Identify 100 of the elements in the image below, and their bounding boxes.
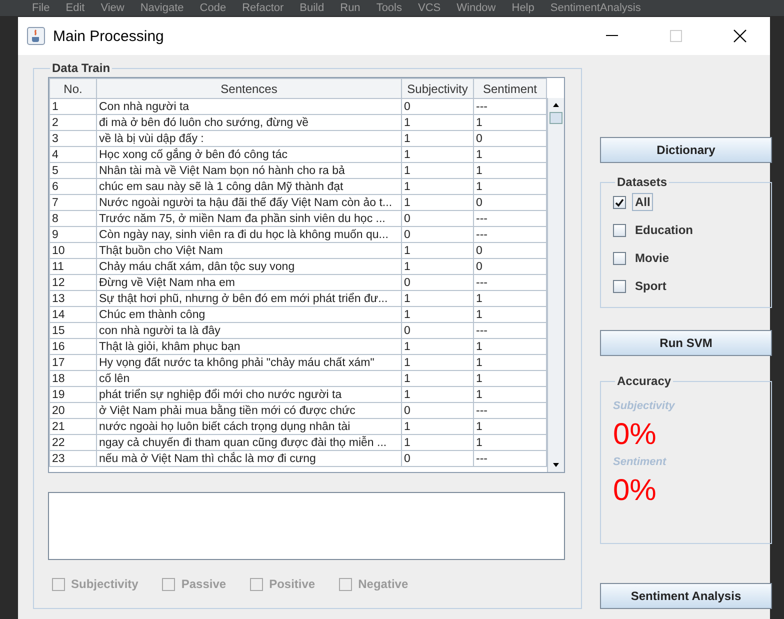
table-cell: 2 bbox=[50, 114, 96, 130]
table-cell: --- bbox=[474, 322, 546, 338]
table-cell: 1 bbox=[402, 386, 474, 402]
ide-menu-item[interactable]: Build bbox=[300, 2, 324, 14]
text-area[interactable] bbox=[48, 492, 565, 560]
table-cell: Hy vọng đất nước ta không phải "chảy máu chất xám" bbox=[96, 354, 402, 370]
table-cell: Sự thật hơi phũ, nhưng ở bên đó em mới phát triển đư... bbox=[96, 290, 402, 306]
ide-menu-item[interactable]: Code bbox=[200, 2, 226, 14]
table-cell: 1 bbox=[474, 178, 546, 194]
table-cell: 1 bbox=[50, 98, 96, 114]
table-cell: 21 bbox=[50, 418, 96, 434]
dataset-checkbox[interactable]: Sport bbox=[613, 277, 670, 295]
table-cell: 9 bbox=[50, 226, 96, 242]
ide-menu-item[interactable]: Navigate bbox=[140, 2, 184, 14]
table-cell: --- bbox=[474, 450, 546, 466]
table-cell: Đừng về Việt Nam nha em bbox=[96, 274, 402, 290]
ide-menu-item[interactable]: SentimentAnalysis bbox=[550, 2, 641, 14]
table-cell: 5 bbox=[50, 162, 96, 178]
column-header[interactable]: Subjectivity bbox=[402, 78, 474, 98]
table-cell: --- bbox=[474, 226, 546, 242]
table-cell: 0 bbox=[474, 130, 546, 146]
run-svm-button[interactable]: Run SVM bbox=[600, 330, 772, 356]
group-title: Data Train bbox=[51, 61, 112, 75]
table-cell: 1 bbox=[474, 434, 546, 450]
table-cell: Nước ngoài người ta hậu đãi thế đấy Việt Nam còn ảo t... bbox=[96, 194, 402, 210]
table-cell: 1 bbox=[402, 354, 474, 370]
table-cell: 4 bbox=[50, 146, 96, 162]
table-cell: về là bị vùi dập đấy : bbox=[96, 130, 402, 146]
table-cell: 1 bbox=[474, 354, 546, 370]
ide-menu-item[interactable]: Refactor bbox=[242, 2, 284, 14]
column-header[interactable]: No. bbox=[50, 78, 96, 98]
ide-menu-item[interactable]: VCS bbox=[418, 2, 441, 14]
table-cell: 8 bbox=[50, 210, 96, 226]
table-cell: phát triển sự nghiệp đổi mới cho nước người ta bbox=[96, 386, 402, 402]
table-cell: --- bbox=[474, 98, 546, 114]
metric-label: Subjectivity bbox=[613, 400, 676, 412]
table-cell: con nhà người ta là đây bbox=[96, 322, 402, 338]
column-header[interactable]: Sentences bbox=[96, 78, 402, 98]
table-cell: Chúc em thành công bbox=[96, 306, 402, 322]
table-cell: 1 bbox=[402, 178, 474, 194]
ide-menu-item[interactable]: File bbox=[32, 2, 50, 14]
table-cell: 14 bbox=[50, 306, 96, 322]
table-cell: 1 bbox=[474, 146, 546, 162]
table-cell: 1 bbox=[474, 114, 546, 130]
table-cell: cố lên bbox=[96, 370, 402, 386]
table-cell: 23 bbox=[50, 450, 96, 466]
table-cell: 1 bbox=[474, 338, 546, 354]
table-cell: 0 bbox=[402, 274, 474, 290]
table-cell: 1 bbox=[402, 258, 474, 274]
table-cell: Nhân tài mà về Việt Nam bọn nó hành cho ra bả bbox=[96, 162, 402, 178]
table-cell: --- bbox=[474, 402, 546, 418]
table-cell: ngay cả chuyến đi tham quan cũng được đài thọ miễn ... bbox=[96, 434, 402, 450]
ide-menu-item[interactable]: Help bbox=[512, 2, 534, 14]
group-title: Accuracy bbox=[616, 374, 672, 388]
table-cell: --- bbox=[474, 210, 546, 226]
table-cell: 15 bbox=[50, 322, 96, 338]
table-cell: 11 bbox=[50, 258, 96, 274]
table-cell: 0 bbox=[402, 322, 474, 338]
table-cell: 0 bbox=[402, 450, 474, 466]
ide-menu-item[interactable]: Edit bbox=[66, 2, 85, 14]
table-cell: Học xong cố gắng ở bên đó công tác bbox=[96, 146, 402, 162]
table-cell: 10 bbox=[50, 242, 96, 258]
table-cell: 0 bbox=[474, 242, 546, 258]
scroll-thumb[interactable] bbox=[549, 112, 563, 124]
table-cell: 0 bbox=[402, 226, 474, 242]
table-cell: 0 bbox=[402, 98, 474, 114]
metric-label: Sentiment bbox=[613, 456, 668, 468]
table-cell: 20 bbox=[50, 402, 96, 418]
ide-menu-item[interactable]: Run bbox=[340, 2, 360, 14]
ide-menu-item[interactable]: View bbox=[100, 2, 124, 14]
ide-menu-item[interactable]: Window bbox=[456, 2, 496, 14]
ide-menu-item[interactable]: Tools bbox=[376, 2, 402, 14]
table-cell: 1 bbox=[402, 338, 474, 354]
table-cell: 1 bbox=[402, 434, 474, 450]
table-cell: 19 bbox=[50, 386, 96, 402]
table-cell: 1 bbox=[402, 194, 474, 210]
table-cell: 1 bbox=[474, 386, 546, 402]
coffee-cup-icon bbox=[27, 27, 45, 45]
table-cell: 12 bbox=[50, 274, 96, 290]
dataset-checkbox[interactable]: Movie bbox=[613, 249, 672, 267]
table-cell: 1 bbox=[402, 242, 474, 258]
dataset-checkbox[interactable]: Education bbox=[613, 221, 696, 239]
table-cell: Trước năm 75, ở miền Nam đa phần sinh viên du học ... bbox=[96, 210, 402, 226]
dictionary-button[interactable]: Dictionary bbox=[600, 137, 772, 163]
table-cell: 13 bbox=[50, 290, 96, 306]
table-cell: 1 bbox=[402, 130, 474, 146]
table-cell: 6 bbox=[50, 178, 96, 194]
table-cell: 1 bbox=[474, 370, 546, 386]
table-cell: 7 bbox=[50, 194, 96, 210]
sentiment-analysis-button[interactable]: Sentiment Analysis bbox=[600, 583, 772, 609]
table-cell: 16 bbox=[50, 338, 96, 354]
group-title: Datasets bbox=[616, 175, 668, 189]
table-cell: Chảy máu chất xám, dân tộc suy vong bbox=[96, 258, 402, 274]
table-cell: 1 bbox=[402, 418, 474, 434]
table-cell: đi mà ở bên đó luôn cho sướng, đừng về bbox=[96, 114, 402, 130]
table-cell: --- bbox=[474, 274, 546, 290]
scrollbar[interactable] bbox=[547, 98, 564, 472]
table-cell: 22 bbox=[50, 434, 96, 450]
column-header[interactable]: Sentiment bbox=[474, 78, 546, 98]
table-cell: 1 bbox=[474, 418, 546, 434]
